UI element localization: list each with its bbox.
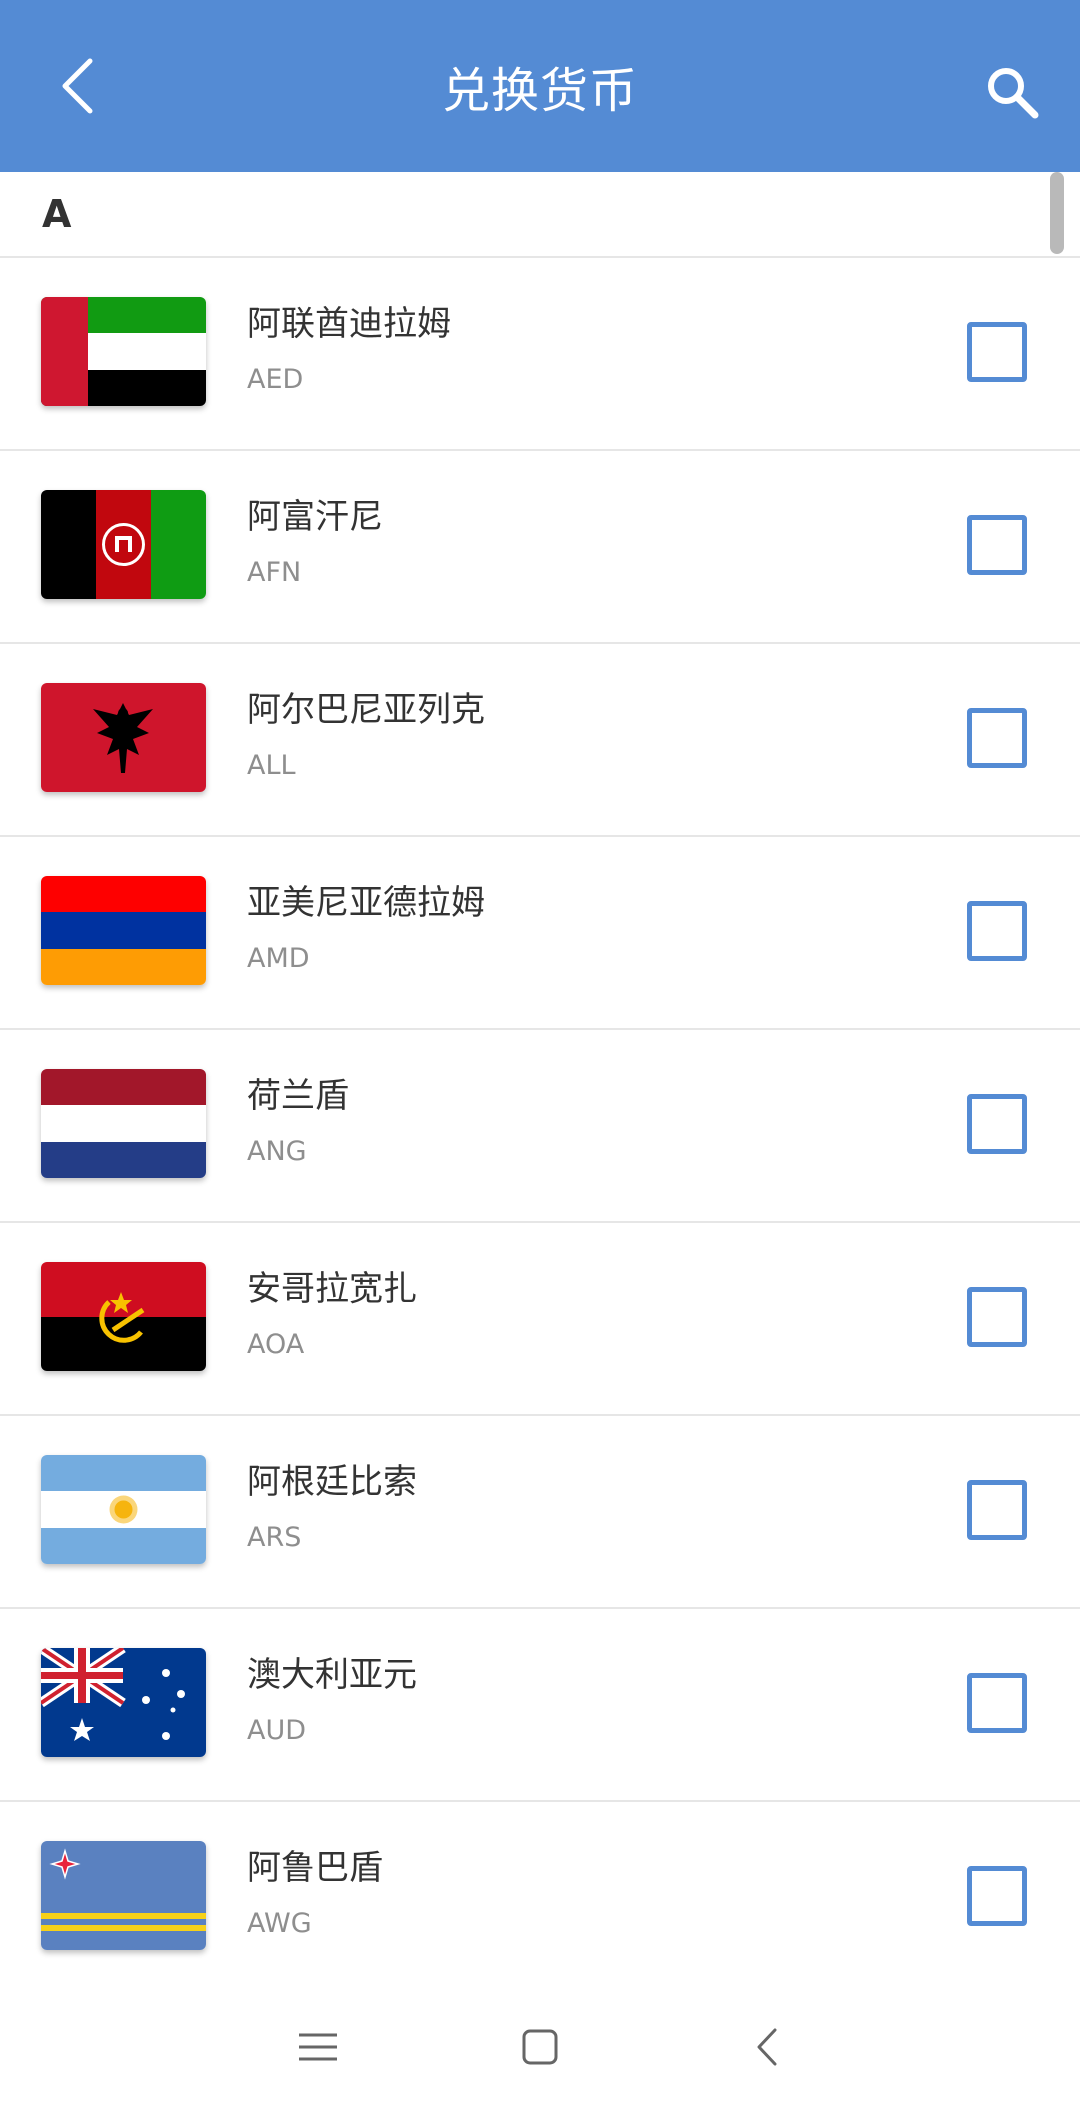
currency-row-aed[interactable]: 阿联酋迪拉姆 AED xyxy=(0,258,1080,451)
armenia-flag-icon xyxy=(41,876,206,985)
currency-picker-screen: 兑换货币 A 阿联酋迪拉姆 AED 阿富汗尼 AFN 阿尔巴尼亚列克 ALL 亚… xyxy=(0,0,1080,2112)
currency-name: 荷兰盾 xyxy=(247,1076,349,1116)
select-checkbox[interactable] xyxy=(967,1287,1027,1347)
currency-code: AOA xyxy=(247,1329,305,1360)
currency-row-aoa[interactable]: 安哥拉宽扎 AOA xyxy=(0,1223,1080,1416)
select-checkbox[interactable] xyxy=(967,1480,1027,1540)
albania-flag-icon xyxy=(41,683,206,792)
system-nav-bar xyxy=(0,1982,1080,2112)
page-title: 兑换货币 xyxy=(441,63,638,119)
currency-name: 安哥拉宽扎 xyxy=(247,1269,417,1309)
select-checkbox[interactable] xyxy=(967,515,1027,575)
currency-row-amd[interactable]: 亚美尼亚德拉姆 AMD xyxy=(0,837,1080,1030)
currency-row-afn[interactable]: 阿富汗尼 AFN xyxy=(0,451,1080,644)
angola-flag-icon xyxy=(41,1262,206,1371)
scrollbar[interactable] xyxy=(1050,172,1064,254)
system-back-button[interactable] xyxy=(743,2022,793,2072)
currency-code: AWG xyxy=(247,1908,312,1939)
currency-row-all[interactable]: 阿尔巴尼亚列克 ALL xyxy=(0,644,1080,837)
australia-flag-icon xyxy=(41,1648,206,1757)
currency-code: AFN xyxy=(247,557,302,588)
search-icon xyxy=(988,68,1039,119)
currency-name: 阿鲁巴盾 xyxy=(247,1848,383,1888)
home-button[interactable] xyxy=(515,2022,565,2072)
section-header: A xyxy=(0,172,1080,258)
section-letter: A xyxy=(42,192,72,236)
select-checkbox[interactable] xyxy=(967,708,1027,768)
app-bar: 兑换货币 xyxy=(0,0,1080,172)
currency-row-aud[interactable]: 澳大利亚元 AUD xyxy=(0,1609,1080,1802)
currency-name: 澳大利亚元 xyxy=(247,1655,417,1695)
currency-name: 阿富汗尼 xyxy=(247,497,383,537)
select-checkbox[interactable] xyxy=(967,322,1027,382)
home-square-icon xyxy=(522,2029,558,2065)
select-checkbox[interactable] xyxy=(967,1866,1027,1926)
menu-button[interactable] xyxy=(293,2022,343,2072)
select-checkbox[interactable] xyxy=(967,901,1027,961)
back-triangle-icon xyxy=(757,2028,777,2066)
currency-row-awg[interactable]: 阿鲁巴盾 AWG xyxy=(0,1802,1080,1995)
aruba-flag-icon xyxy=(41,1841,206,1950)
menu-icon xyxy=(299,2033,337,2061)
currency-code: ANG xyxy=(247,1136,307,1167)
select-checkbox[interactable] xyxy=(967,1673,1027,1733)
currency-row-ang[interactable]: 荷兰盾 ANG xyxy=(0,1030,1080,1223)
afghanistan-flag-icon xyxy=(41,490,206,599)
currency-row-ars[interactable]: 阿根廷比索 ARS xyxy=(0,1416,1080,1609)
currency-name: 亚美尼亚德拉姆 xyxy=(247,883,485,923)
currency-name: 阿联酋迪拉姆 xyxy=(247,304,451,344)
currency-name: 阿根廷比索 xyxy=(247,1462,417,1502)
currency-list: 阿联酋迪拉姆 AED 阿富汗尼 AFN 阿尔巴尼亚列克 ALL 亚美尼亚德拉姆 … xyxy=(0,258,1080,1995)
search-button[interactable] xyxy=(982,62,1042,122)
uae-flag-icon xyxy=(41,297,206,406)
currency-name: 阿尔巴尼亚列克 xyxy=(247,690,485,730)
currency-code: AUD xyxy=(247,1715,307,1746)
currency-code: AMD xyxy=(247,943,310,974)
netherlands-flag-icon xyxy=(41,1069,206,1178)
select-checkbox[interactable] xyxy=(967,1094,1027,1154)
currency-code: ARS xyxy=(247,1522,302,1553)
argentina-flag-icon xyxy=(41,1455,206,1564)
currency-code: AED xyxy=(247,364,304,395)
currency-code: ALL xyxy=(247,750,296,781)
